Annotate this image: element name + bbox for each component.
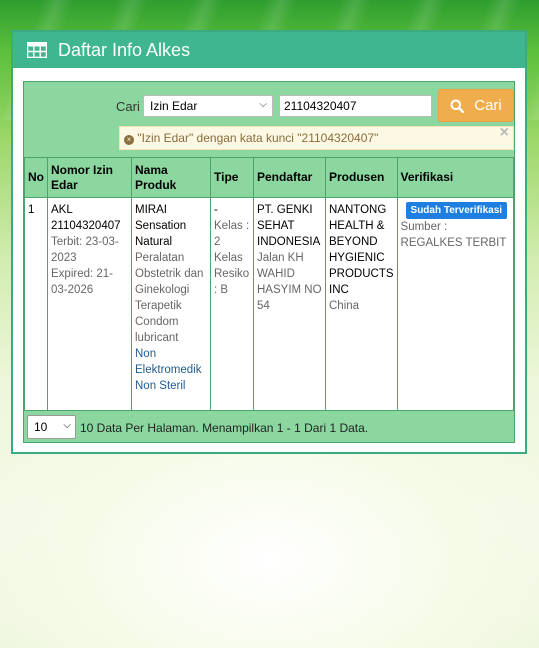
search-keyword-input[interactable]: 21104320407 <box>279 95 432 117</box>
per-page-value: 10 <box>34 420 48 434</box>
chevron-down-icon: ⌵ <box>63 420 71 431</box>
status-badge: Sudah Terverifikasi <box>405 202 508 219</box>
cell-verifikasi: Sudah Terverifikasi Sumber : REGALKES TE… <box>396 197 515 411</box>
search-keyword-value: 21104320407 <box>284 99 357 113</box>
search-field-selected: Izin Edar <box>150 99 198 113</box>
header-nomor-izin-edar: Nomor Izin Edar <box>47 157 132 198</box>
table-icon <box>27 42 47 58</box>
cell-tipe: - Kelas : 2 Kelas Resiko : B <box>210 197 254 411</box>
info-alkes-panel: Daftar Info Alkes Cari Izin Edar ⌵ 21104… <box>11 30 527 454</box>
tipe-detail: Kelas : 2 Kelas Resiko : B <box>214 220 250 296</box>
alert-text: "Izin Edar" dengan kata kunci "211043204… <box>137 131 379 145</box>
pendaftar-address: Jalan KH WAHID HASYIM NO 54 <box>257 252 322 312</box>
search-button[interactable]: Cari <box>438 89 514 122</box>
search-results-area: Cari Izin Edar ⌵ 21104320407 Cari × "Izi… <box>23 81 515 443</box>
chevron-down-icon: ⌵ <box>259 99 267 110</box>
izin-expired-date: Expired: 21-03-2026 <box>51 268 114 296</box>
pagination-info: 10 Data Per Halaman. Menampilkan 1 - 1 D… <box>80 421 369 435</box>
search-button-label: Cari <box>474 97 502 114</box>
close-icon[interactable]: × <box>500 124 509 142</box>
product-name: MIRAI Sensation Natural <box>135 204 187 248</box>
produsen-country: China <box>329 300 360 312</box>
panel-title: Daftar Info Alkes <box>58 39 191 60</box>
header-verifikasi: Verifikasi <box>396 157 515 198</box>
produsen-name: NANTONG HEALTH & BEYOND HYGIENIC PRODUCT… <box>329 204 394 296</box>
verification-source: Sumber : REGALKES TERBIT <box>400 221 507 249</box>
search-label: Cari <box>116 99 140 114</box>
header-pendaftar: Pendaftar <box>253 157 326 198</box>
header-no: No <box>24 157 48 198</box>
search-bar: Cari Izin Edar ⌵ 21104320407 Cari <box>24 86 514 126</box>
product-class: Non Elektromedik Non Steril <box>135 348 202 392</box>
per-page-select[interactable]: 10 ⌵ <box>27 415 76 439</box>
izin-number: AKL 21104320407 <box>51 204 121 232</box>
pendaftar-name: PT. GENKI SEHAT INDONESIA <box>257 204 321 248</box>
table-row: 1 AKL 21104320407 Terbit: 23-03-2023 Exp… <box>24 197 515 411</box>
izin-terbit-date: Terbit: 23-03-2023 <box>51 236 119 264</box>
search-icon <box>450 99 465 113</box>
cell-produsen: NANTONG HEALTH & BEYOND HYGIENIC PRODUCT… <box>325 197 398 411</box>
cell-pendaftar: PT. GENKI SEHAT INDONESIA Jalan KH WAHID… <box>253 197 326 411</box>
cell-nama-produk: MIRAI Sensation Natural Peralatan Obstet… <box>131 197 211 411</box>
alkes-table: No Nomor Izin Edar Nama Produk Tipe Pend… <box>24 157 515 411</box>
tipe-dash: - <box>214 204 218 216</box>
header-produsen: Produsen <box>325 157 398 198</box>
cell-no: 1 <box>24 197 48 411</box>
header-tipe: Tipe <box>210 157 254 198</box>
cell-nomor-izin: AKL 21104320407 Terbit: 23-03-2023 Expir… <box>47 197 132 411</box>
panel-header: Daftar Info Alkes <box>13 32 525 68</box>
product-category: Peralatan Obstetrik dan Ginekologi Terap… <box>135 252 204 344</box>
search-field-select[interactable]: Izin Edar ⌵ <box>143 95 273 117</box>
header-nama-produk: Nama Produk <box>131 157 211 198</box>
pagination-bar: 10 ⌵ 10 Data Per Halaman. Menampilkan 1 … <box>24 412 514 442</box>
circle-x-icon[interactable]: × <box>124 135 134 145</box>
search-filter-alert: × "Izin Edar" dengan kata kunci "2110432… <box>119 124 514 150</box>
